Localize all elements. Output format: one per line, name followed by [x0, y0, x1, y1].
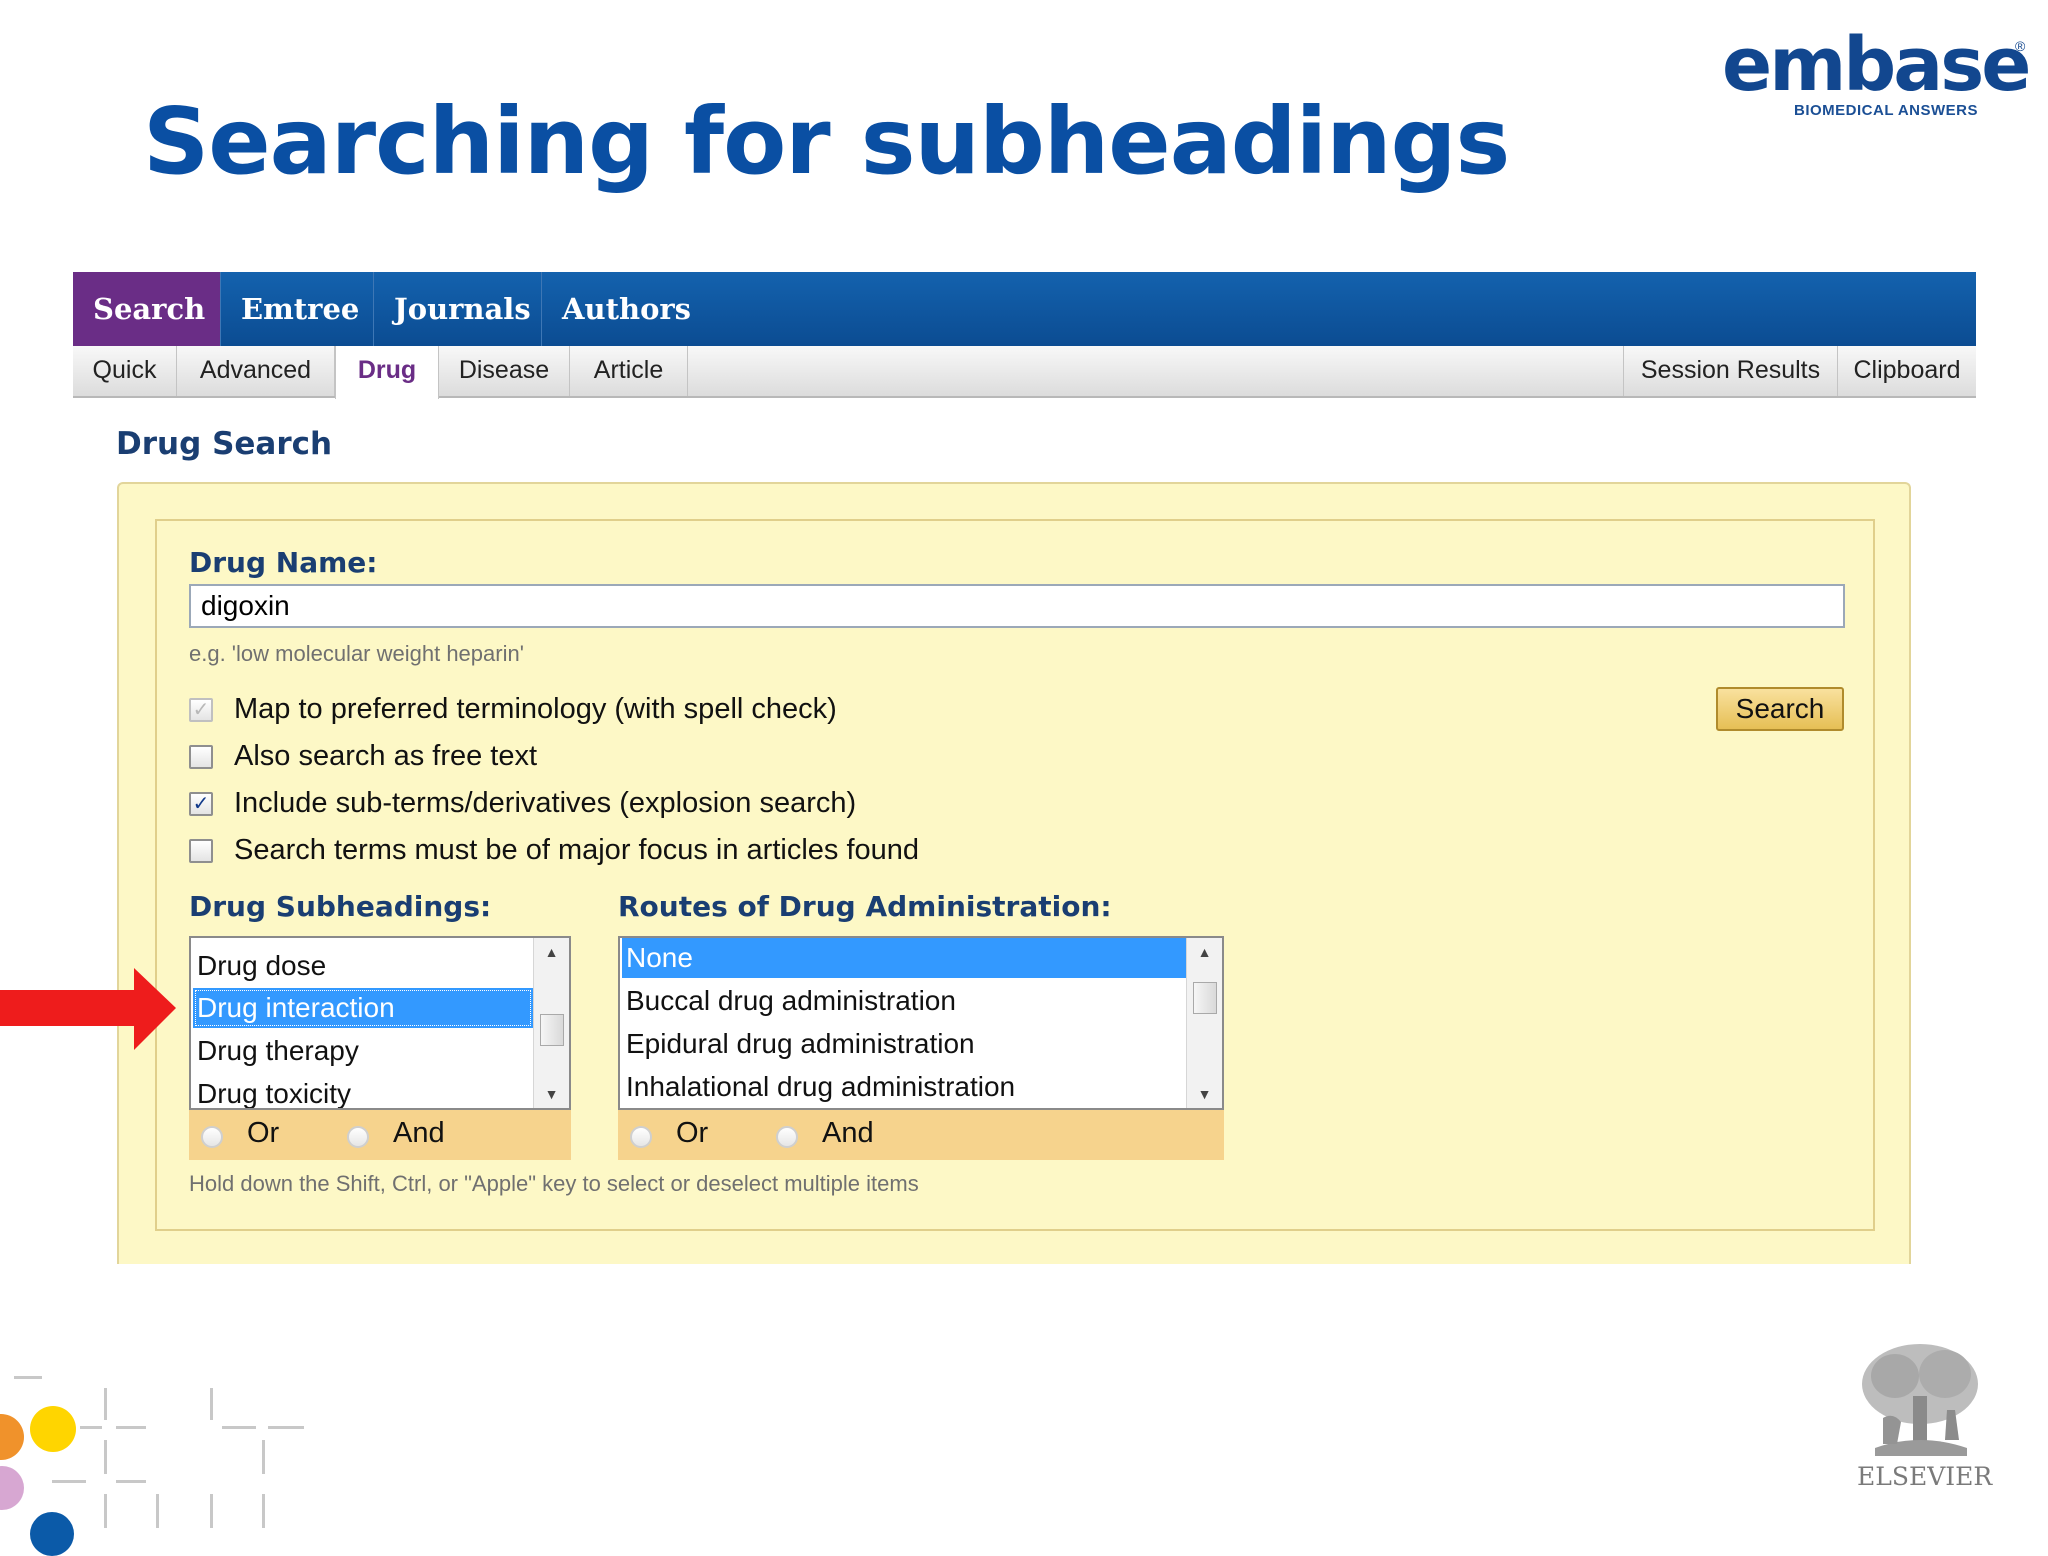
subtab-clipboard[interactable]: Clipboard [1838, 346, 1976, 396]
tab-authors[interactable]: Authors [542, 272, 702, 346]
list-item-selected[interactable]: None [622, 938, 1188, 978]
list-item[interactable]: Buccal drug administration [622, 981, 1188, 1021]
scroll-thumb[interactable] [540, 1014, 564, 1046]
routes-listbox[interactable]: None Buccal drug administration Epidural… [618, 936, 1224, 1110]
tab-emtree[interactable]: Emtree [221, 272, 374, 346]
list-item[interactable]: Inhalational drug administration [622, 1067, 1188, 1107]
drug-name-hint: e.g. 'low molecular weight heparin' [189, 641, 524, 666]
elsevier-wordmark: ELSEVIER [1857, 1462, 1993, 1491]
elsevier-tree-logo-icon [1857, 1342, 1983, 1458]
subtab-drug[interactable]: Drug [335, 346, 439, 399]
explosion-search-checkbox[interactable]: ✓ [189, 792, 213, 816]
registered-mark: ® [2015, 38, 2026, 54]
subtab-advanced[interactable]: Advanced [177, 346, 335, 396]
routes-label: Routes of Drug Administration: [618, 890, 1112, 923]
list-item-selected[interactable]: Drug interaction [193, 988, 533, 1028]
decorative-dots-graphic [0, 1370, 320, 1556]
drug-name-label: Drug Name: [189, 546, 378, 579]
map-terminology-checkbox[interactable]: ✓ [189, 698, 213, 722]
subtab-quick[interactable]: Quick [73, 346, 177, 396]
scroll-up-arrow-icon[interactable]: ▲ [1187, 938, 1222, 966]
explosion-search-label: Include sub-terms/derivatives (explosion… [234, 787, 857, 819]
search-button[interactable]: Search [1716, 687, 1844, 731]
slide-title: Searching for subheadings [143, 88, 1510, 195]
subheadings-boolean-bar: Or And [189, 1110, 571, 1160]
scroll-thumb[interactable] [1193, 982, 1217, 1014]
red-arrow-icon [0, 968, 176, 1050]
routes-and-label: And [822, 1117, 874, 1149]
page-heading: Drug Search [116, 426, 333, 462]
subheadings-and-radio[interactable] [347, 1126, 369, 1148]
subtab-article[interactable]: Article [570, 346, 688, 396]
routes-boolean-bar: Or And [618, 1110, 1224, 1160]
major-focus-label: Search terms must be of major focus in a… [234, 834, 920, 866]
free-text-checkbox[interactable] [189, 745, 213, 769]
tab-search[interactable]: Search [73, 272, 221, 346]
free-text-label: Also search as free text [234, 740, 538, 772]
major-focus-checkbox[interactable] [189, 839, 213, 863]
routes-and-radio[interactable] [776, 1126, 798, 1148]
subtab-session-results[interactable]: Session Results [1623, 346, 1838, 396]
drug-name-input[interactable] [189, 584, 1845, 628]
subtab-disease[interactable]: Disease [439, 346, 570, 396]
drug-subheadings-label: Drug Subheadings: [189, 890, 492, 923]
tab-journals[interactable]: Journals [374, 272, 542, 346]
map-terminology-label: Map to preferred terminology (with spell… [234, 693, 837, 725]
subheadings-scrollbar[interactable]: ▲ ▼ [533, 938, 569, 1108]
routes-scrollbar[interactable]: ▲ ▼ [1186, 938, 1222, 1108]
list-item[interactable]: Drug therapy [193, 1031, 533, 1071]
subheadings-or-label: Or [247, 1117, 280, 1149]
embase-tagline: BIOMEDICAL ANSWERS [1794, 102, 1979, 119]
scroll-up-arrow-icon[interactable]: ▲ [534, 938, 569, 966]
list-item[interactable]: Drug toxicity [193, 1074, 533, 1108]
sub-nav: Quick Advanced Drug Disease Article Sess… [73, 346, 1976, 399]
list-item[interactable]: Epidural drug administration [622, 1024, 1188, 1064]
scroll-down-arrow-icon[interactable]: ▼ [1187, 1080, 1222, 1108]
scroll-down-arrow-icon[interactable]: ▼ [534, 1080, 569, 1108]
list-item[interactable]: Drug dose [193, 946, 533, 986]
routes-or-radio[interactable] [630, 1126, 652, 1148]
subheadings-and-label: And [393, 1117, 445, 1149]
embase-logo-wordmark: embase [1722, 22, 2031, 108]
drug-subheadings-listbox[interactable]: Drug dose Drug interaction Drug therapy … [189, 936, 571, 1110]
multi-select-hint: Hold down the Shift, Ctrl, or "Apple" ke… [189, 1171, 919, 1196]
subheadings-or-radio[interactable] [201, 1126, 223, 1148]
main-nav: Search Emtree Journals Authors [73, 272, 1976, 348]
routes-or-label: Or [676, 1117, 709, 1149]
